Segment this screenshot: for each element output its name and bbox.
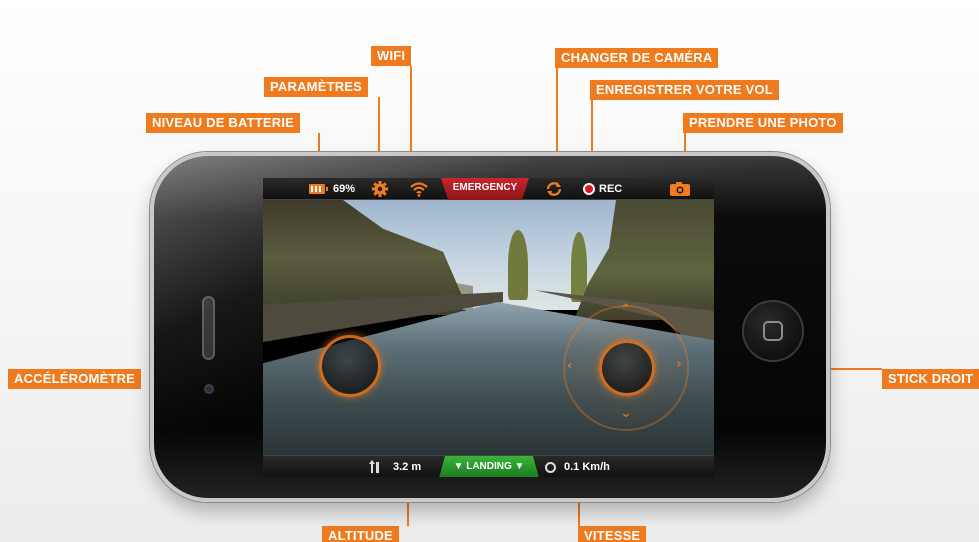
callout-stick-droit: STICK DROIT — [882, 369, 979, 389]
chevron-up-icon: ⌃ — [620, 302, 632, 318]
camera-feed: ⌃ ⌄ ‹ › — [263, 200, 714, 455]
landing-label: LANDING — [466, 461, 512, 472]
callout-parametres: PARAMÈTRES — [264, 77, 369, 97]
battery-level: 69% — [333, 183, 356, 195]
callout-altitude: ALTITUDE — [322, 526, 399, 542]
chevron-down-icon: ▼ — [453, 461, 467, 472]
feed-tree — [508, 230, 528, 300]
chevron-down-icon: ⌄ — [620, 405, 632, 421]
chevron-down-icon: ▼ — [511, 461, 525, 472]
switch-camera-icon[interactable] — [545, 180, 563, 198]
callout-vitesse: VITESSE — [578, 526, 647, 542]
camera-icon[interactable] — [669, 181, 691, 197]
accelerometer-stick[interactable] — [319, 335, 381, 397]
chevron-left-icon: ‹ — [567, 358, 573, 374]
emergency-button[interactable]: EMERGENCY — [441, 178, 529, 200]
phone-speaker — [202, 296, 215, 360]
app-screen: ⌃ ⌄ ‹ › 69% EMERGENCY REC 3.2 m ▼ LANDIN… — [263, 178, 714, 477]
callout-photo: PRENDRE UNE PHOTO — [683, 113, 843, 133]
top-bar: 69% EMERGENCY REC — [263, 178, 714, 200]
callout-changer-camera: CHANGER DE CAMÉRA — [555, 48, 719, 68]
record-label[interactable]: REC — [599, 178, 622, 200]
callout-accelerometre: ACCÉLÉROMÈTRE — [8, 369, 142, 389]
home-button[interactable] — [742, 300, 804, 362]
bottom-bar: 3.2 m ▼ LANDING ▼ 0.1 Km/h — [263, 455, 714, 477]
battery-icon — [309, 184, 328, 194]
wifi-icon — [410, 182, 428, 197]
home-square-icon — [763, 321, 783, 341]
record-icon[interactable] — [583, 183, 595, 195]
landing-button[interactable]: ▼ LANDING ▼ — [439, 456, 539, 477]
speed-value: 0.1 Km/h — [564, 461, 610, 473]
altitude-value: 3.2 m — [393, 461, 422, 473]
callout-wifi: WIFI — [371, 46, 412, 66]
right-stick[interactable] — [599, 340, 655, 396]
gear-icon[interactable] — [371, 180, 389, 198]
callout-batterie: NIVEAU DE BATTERIE — [146, 113, 301, 133]
front-camera — [204, 384, 214, 394]
speed-icon — [545, 462, 556, 473]
altitude-icon — [369, 460, 379, 473]
chevron-right-icon: › — [676, 356, 682, 372]
callout-enregistrer: ENREGISTRER VOTRE VOL — [590, 80, 779, 100]
feed-tree — [571, 232, 587, 302]
page: { "callouts": { "wifi": "WIFI", "paramet… — [0, 0, 979, 542]
